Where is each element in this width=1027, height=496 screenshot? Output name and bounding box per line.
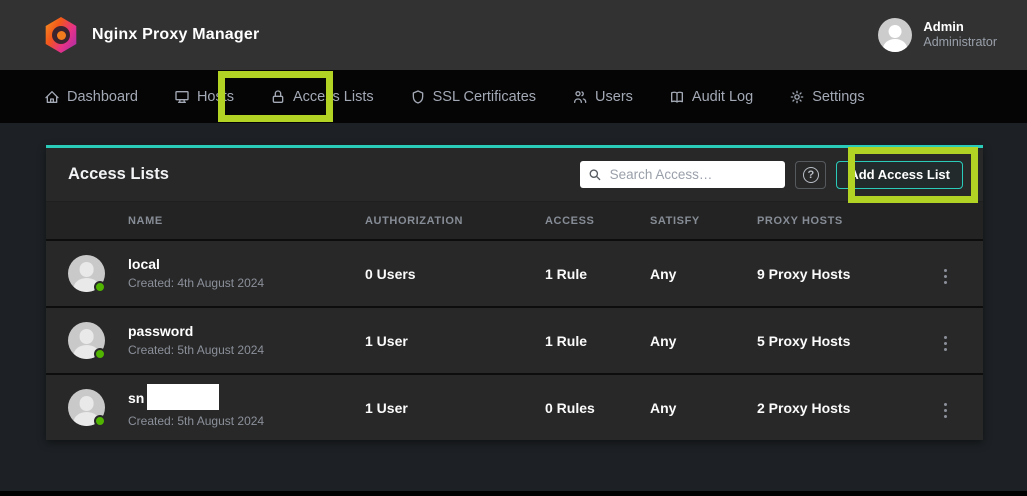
- user-name: Admin: [923, 19, 997, 35]
- lock-icon: [270, 89, 286, 105]
- bottom-edge: [0, 491, 1027, 496]
- nav-label: Hosts: [197, 89, 234, 105]
- top-header: Nginx Proxy Manager Admin Administrator: [0, 0, 1027, 70]
- access-value: 0 Rules: [545, 400, 650, 416]
- access-list-name[interactable]: local: [128, 255, 365, 275]
- panel-header: Access Lists ? Add Access List: [46, 148, 983, 202]
- add-access-list-button[interactable]: Add Access List: [836, 161, 963, 189]
- status-dot: [94, 348, 106, 360]
- access-list-name[interactable]: password: [128, 322, 365, 342]
- nav-item-ssl-certificates[interactable]: SSL Certificates: [410, 89, 536, 105]
- access-list-name[interactable]: sn: [128, 389, 144, 409]
- status-dot: [94, 415, 106, 427]
- column-header-authorization: AUTHORIZATION: [365, 215, 545, 227]
- proxy-hosts-value: 5 Proxy Hosts: [757, 333, 907, 349]
- access-value: 1 Rule: [545, 266, 650, 282]
- avatar: [68, 322, 105, 359]
- table-row[interactable]: password Created: 5th August 2024 1 User…: [46, 306, 983, 373]
- nav-item-audit-log[interactable]: Audit Log: [669, 89, 753, 105]
- search-icon: [588, 167, 601, 182]
- proxy-hosts-value: 9 Proxy Hosts: [757, 266, 907, 282]
- created-date: Created: 5th August 2024: [128, 412, 365, 430]
- table-header-row: NAME AUTHORIZATION ACCESS SATISFY PROXY …: [46, 202, 983, 239]
- access-lists-panel: Access Lists ? Add Access List NAME AUTH…: [46, 145, 983, 440]
- satisfy-value: Any: [650, 266, 757, 282]
- panel-toolbar: ? Add Access List: [580, 161, 963, 189]
- nav-label: Access Lists: [293, 89, 374, 105]
- app-title: Nginx Proxy Manager: [92, 26, 259, 44]
- user-avatar: [878, 18, 912, 52]
- app-window: Nginx Proxy Manager Admin Administrator …: [0, 0, 1027, 496]
- satisfy-value: Any: [650, 333, 757, 349]
- authorization-value: 1 User: [365, 333, 545, 349]
- authorization-value: 1 User: [365, 400, 545, 416]
- home-icon: [44, 89, 60, 105]
- nav-item-users[interactable]: Users: [572, 89, 633, 105]
- panel-title: Access Lists: [68, 165, 169, 184]
- user-info: Admin Administrator: [923, 19, 997, 51]
- gear-icon: [789, 89, 805, 105]
- user-menu[interactable]: Admin Administrator: [878, 18, 997, 52]
- status-dot: [94, 281, 106, 293]
- main-nav: Dashboard Hosts Access Lists SSL Certifi…: [0, 70, 1027, 123]
- created-date: Created: 5th August 2024: [128, 341, 365, 359]
- nav-item-dashboard[interactable]: Dashboard: [44, 89, 138, 105]
- row-menu-button[interactable]: [938, 332, 954, 356]
- nav-label: Audit Log: [692, 89, 753, 105]
- app-logo-icon: [44, 17, 78, 53]
- redaction-box: [147, 384, 219, 410]
- user-role: Administrator: [923, 35, 997, 51]
- nav-item-settings[interactable]: Settings: [789, 89, 864, 105]
- search-input[interactable]: [610, 167, 778, 182]
- nav-item-access-lists[interactable]: Access Lists: [270, 89, 374, 105]
- nav-item-hosts[interactable]: Hosts: [174, 89, 234, 105]
- satisfy-value: Any: [650, 400, 757, 416]
- shield-icon: [410, 89, 426, 105]
- avatar: [68, 389, 105, 426]
- users-icon: [572, 89, 588, 105]
- nav-label: SSL Certificates: [433, 89, 536, 105]
- column-header-proxy-hosts: PROXY HOSTS: [757, 215, 907, 227]
- row-menu-button[interactable]: [938, 399, 954, 423]
- row-menu-button[interactable]: [938, 265, 954, 289]
- help-icon: ?: [803, 167, 819, 183]
- brand[interactable]: Nginx Proxy Manager: [44, 17, 259, 53]
- created-date: Created: 4th August 2024: [128, 274, 365, 292]
- proxy-hosts-value: 2 Proxy Hosts: [757, 400, 907, 416]
- authorization-value: 0 Users: [365, 266, 545, 282]
- book-icon: [669, 89, 685, 105]
- table-row[interactable]: local Created: 4th August 2024 0 Users 1…: [46, 239, 983, 306]
- nav-label: Users: [595, 89, 633, 105]
- search-box: [580, 161, 785, 188]
- avatar: [68, 255, 105, 292]
- nav-label: Dashboard: [67, 89, 138, 105]
- column-header-access: ACCESS: [545, 215, 650, 227]
- table-row[interactable]: sn Created: 5th August 2024 1 User 0 Rul…: [46, 373, 983, 440]
- help-button[interactable]: ?: [795, 161, 826, 189]
- monitor-icon: [174, 89, 190, 105]
- column-header-satisfy: SATISFY: [650, 215, 757, 227]
- nav-label: Settings: [812, 89, 864, 105]
- column-header-name: NAME: [128, 215, 365, 227]
- access-value: 1 Rule: [545, 333, 650, 349]
